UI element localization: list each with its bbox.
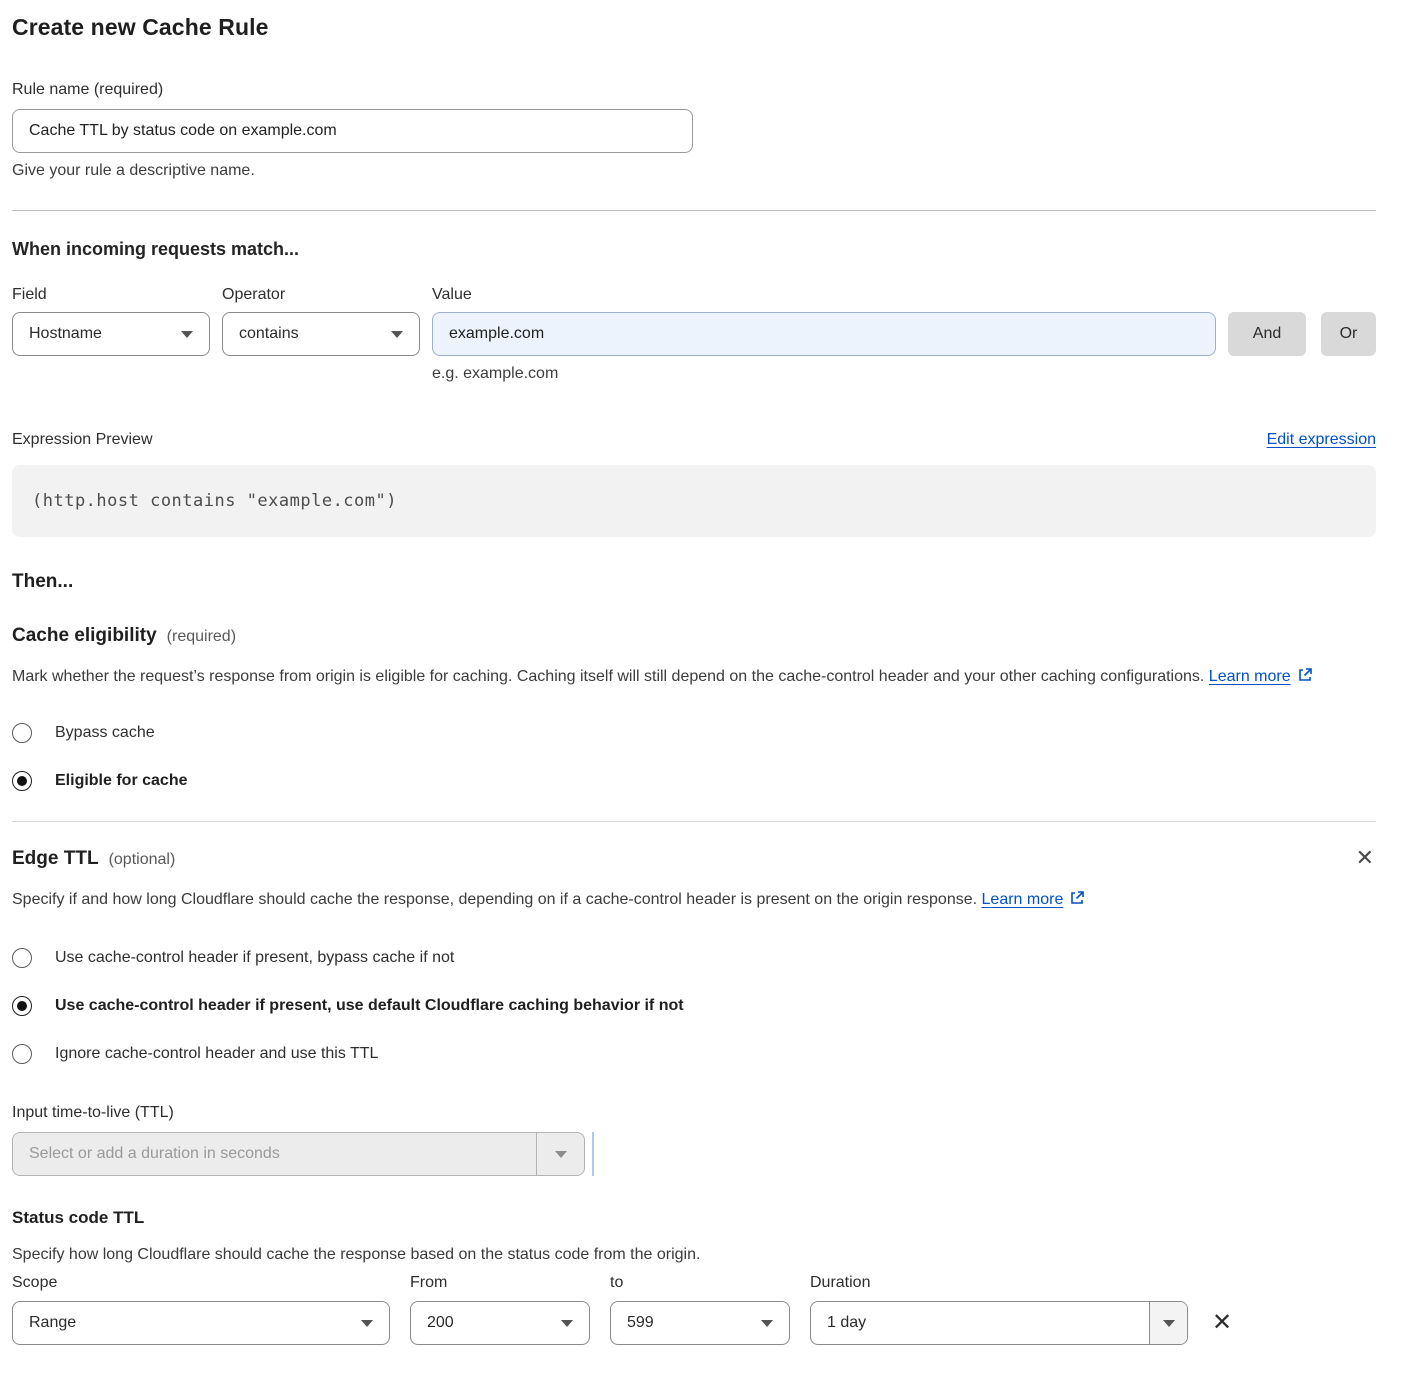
cache-eligibility-heading: Cache eligibility bbox=[12, 625, 157, 647]
or-button[interactable]: Or bbox=[1321, 312, 1376, 356]
duration-select[interactable]: 1 day bbox=[810, 1301, 1188, 1345]
and-button[interactable]: And bbox=[1228, 312, 1306, 356]
to-select[interactable]: 599 bbox=[610, 1301, 790, 1345]
status-code-ttl-description: Specify how long Cloudflare should cache… bbox=[12, 1246, 1376, 1264]
chevron-down-icon bbox=[181, 331, 193, 338]
match-builder-row: Field Hostname Operator contains Value e… bbox=[12, 286, 1376, 383]
text-cursor bbox=[592, 1132, 594, 1176]
value-hint: e.g. example.com bbox=[432, 365, 1376, 383]
edge-ttl-description-text: Specify if and how long Cloudflare shoul… bbox=[12, 891, 982, 908]
rule-name-value: Cache TTL by status code on example.com bbox=[29, 122, 337, 140]
status-code-ttl-row: Scope Range From 200 to 599 Duration 1 d… bbox=[12, 1274, 1376, 1345]
operator-select[interactable]: contains bbox=[222, 312, 420, 356]
status-code-ttl-heading: Status code TTL bbox=[12, 1208, 1376, 1228]
duration-label: Duration bbox=[810, 1274, 1188, 1292]
scope-select[interactable]: Range bbox=[12, 1301, 390, 1345]
field-label: Field bbox=[12, 286, 222, 304]
radio-cache-control-default[interactable]: Use cache-control header if present, use… bbox=[12, 996, 1376, 1016]
ttl-duration-placeholder: Select or add a duration in seconds bbox=[13, 1145, 536, 1163]
radio-icon bbox=[12, 996, 32, 1016]
scope-select-value: Range bbox=[29, 1314, 76, 1332]
radio-label: Ignore cache-control header and use this… bbox=[55, 1045, 378, 1063]
radio-label: Bypass cache bbox=[55, 724, 155, 742]
learn-more-link[interactable]: Learn more bbox=[1209, 668, 1291, 685]
section-divider bbox=[12, 821, 1376, 822]
chevron-down-icon bbox=[391, 331, 403, 338]
external-link-icon bbox=[1297, 665, 1313, 693]
chevron-down-icon[interactable] bbox=[536, 1133, 584, 1175]
expression-preview-label: Expression Preview bbox=[12, 431, 153, 449]
page-title: Create new Cache Rule bbox=[12, 14, 1376, 41]
radio-icon bbox=[12, 948, 32, 968]
ttl-input-label: Input time-to-live (TTL) bbox=[12, 1104, 1376, 1122]
radio-icon bbox=[12, 1044, 32, 1064]
chevron-down-icon bbox=[761, 1320, 773, 1327]
field-select-value: Hostname bbox=[29, 325, 102, 343]
external-link-icon bbox=[1069, 888, 1085, 916]
operator-label: Operator bbox=[222, 286, 432, 304]
close-icon[interactable]: ✕ bbox=[1354, 848, 1376, 868]
chevron-down-icon bbox=[561, 1320, 573, 1327]
radio-cache-control-bypass[interactable]: Use cache-control header if present, byp… bbox=[12, 948, 1376, 968]
rule-name-input[interactable]: Cache TTL by status code on example.com bbox=[12, 109, 693, 153]
then-heading: Then... bbox=[12, 571, 1376, 593]
cache-eligibility-description-text: Mark whether the request’s response from… bbox=[12, 668, 1209, 685]
expression-code-block: (http.host contains "example.com") bbox=[12, 465, 1376, 537]
value-label: Value bbox=[432, 286, 1376, 304]
radio-icon bbox=[12, 771, 32, 791]
value-input[interactable]: example.com bbox=[432, 312, 1216, 356]
duration-select-value: 1 day bbox=[811, 1302, 1149, 1344]
radio-icon bbox=[12, 723, 32, 743]
radio-ignore-cache-control[interactable]: Ignore cache-control header and use this… bbox=[12, 1044, 1376, 1064]
section-divider bbox=[12, 210, 1376, 211]
match-section-heading: When incoming requests match... bbox=[12, 239, 1376, 260]
edit-expression-link[interactable]: Edit expression bbox=[1267, 431, 1376, 449]
scope-label: Scope bbox=[12, 1274, 390, 1292]
operator-select-value: contains bbox=[239, 325, 299, 343]
chevron-down-icon bbox=[361, 1320, 373, 1327]
to-select-value: 599 bbox=[627, 1314, 654, 1332]
create-cache-rule-form: Create new Cache Rule Rule name (require… bbox=[12, 14, 1376, 1345]
radio-bypass-cache[interactable]: Bypass cache bbox=[12, 723, 1376, 743]
required-tag: (required) bbox=[167, 628, 236, 646]
from-select[interactable]: 200 bbox=[410, 1301, 590, 1345]
learn-more-link[interactable]: Learn more bbox=[982, 891, 1064, 908]
remove-row-icon[interactable]: ✕ bbox=[1212, 1301, 1232, 1345]
field-select[interactable]: Hostname bbox=[12, 312, 210, 356]
edge-ttl-description: Specify if and how long Cloudflare shoul… bbox=[12, 886, 1352, 916]
radio-label: Use cache-control header if present, byp… bbox=[55, 949, 454, 967]
ttl-duration-select[interactable]: Select or add a duration in seconds bbox=[12, 1132, 585, 1176]
rule-name-helper: Give your rule a descriptive name. bbox=[12, 162, 1376, 180]
radio-label: Use cache-control header if present, use… bbox=[55, 997, 684, 1015]
cache-eligibility-description: Mark whether the request’s response from… bbox=[12, 663, 1352, 693]
from-select-value: 200 bbox=[427, 1314, 454, 1332]
rule-name-label: Rule name (required) bbox=[12, 81, 1376, 99]
radio-label: Eligible for cache bbox=[55, 772, 187, 790]
expression-code: (http.host contains "example.com") bbox=[32, 491, 397, 511]
to-label: to bbox=[610, 1274, 790, 1292]
radio-eligible-for-cache[interactable]: Eligible for cache bbox=[12, 771, 1376, 791]
value-input-value: example.com bbox=[449, 325, 544, 343]
chevron-down-icon[interactable] bbox=[1149, 1302, 1187, 1344]
edge-ttl-heading: Edge TTL bbox=[12, 848, 99, 870]
from-label: From bbox=[410, 1274, 590, 1292]
optional-tag: (optional) bbox=[109, 851, 176, 869]
